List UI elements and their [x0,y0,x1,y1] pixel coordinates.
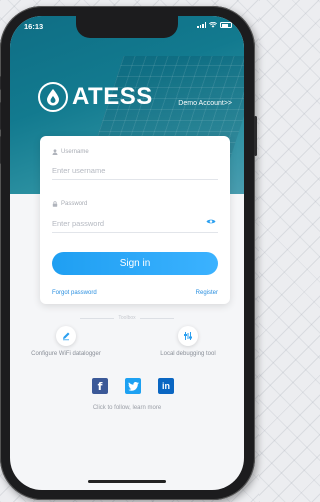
username-input[interactable]: Enter username [52,166,218,180]
password-input[interactable]: Enter password [52,219,218,233]
password-label-text: Password [61,201,88,207]
signal-icon [197,22,206,28]
volume-up-button [0,102,1,130]
username-label-text: Username [61,149,89,155]
login-card: Username Enter username Password Enter p… [40,136,230,304]
user-icon [52,149,58,155]
forgot-password-link[interactable]: Forgot password [52,290,97,296]
username-label: Username [52,149,89,155]
app-screen: 16:13 ATESS Demo Account>> Username Ente… [10,16,244,490]
register-link[interactable]: Register [196,290,218,296]
facebook-icon[interactable]: f [92,378,108,394]
battery-icon [220,22,232,28]
drop-logo-icon [38,82,68,112]
status-time: 16:13 [24,22,44,31]
local-debugging-label: Local debugging tool [160,351,216,357]
twitter-icon[interactable] [125,378,141,394]
sliders-icon [178,326,198,346]
volume-down-button [0,136,1,164]
lock-icon [52,201,58,207]
mute-switch [0,76,1,90]
password-placeholder: Enter password [52,219,105,228]
demo-account-link[interactable]: Demo Account>> [178,100,232,107]
status-bar: 16:13 [10,21,244,35]
brand-logo: ATESS [38,82,153,112]
brand-name: ATESS [72,83,153,110]
username-placeholder: Enter username [52,166,106,175]
edit-icon [56,326,76,346]
divider-label: Toolbox [118,315,136,321]
toolbox-divider: Toolbox [80,314,175,322]
sign-in-button[interactable]: Sign in [52,252,218,275]
social-links: f in [92,378,174,394]
configure-wifi-tool[interactable]: Configure WiFi datalogger [16,326,116,357]
eye-icon[interactable] [206,218,216,225]
local-debugging-tool[interactable]: Local debugging tool [138,326,238,357]
configure-wifi-label: Configure WiFi datalogger [31,351,101,357]
linkedin-icon[interactable]: in [158,378,174,394]
follow-text: Click to follow, learn more [92,405,162,411]
home-indicator[interactable] [88,480,166,483]
password-label: Password [52,201,87,207]
wifi-icon [209,22,217,28]
power-button [254,116,257,156]
phone-frame: 16:13 ATESS Demo Account>> Username Ente… [0,6,257,500]
